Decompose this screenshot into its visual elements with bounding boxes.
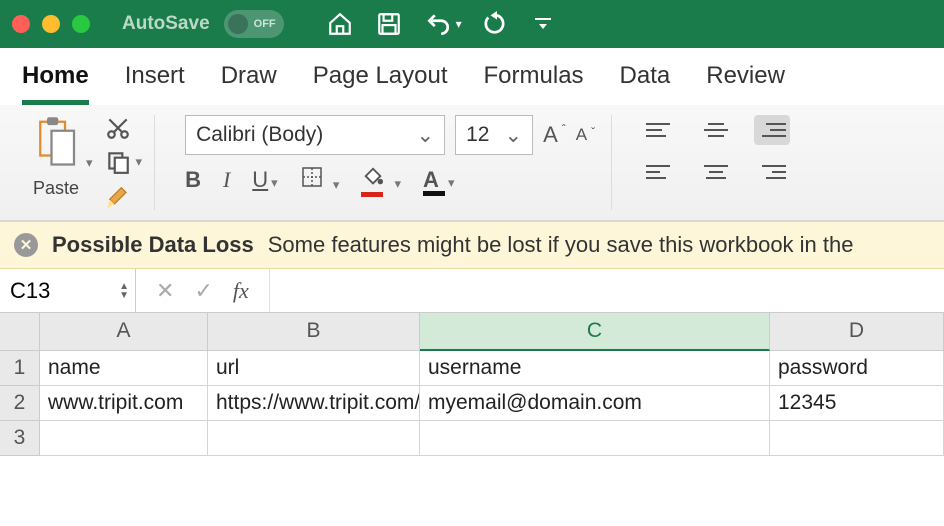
redo-icon[interactable] bbox=[484, 11, 510, 37]
spreadsheet-grid[interactable]: A B C D 1 name url username password 2 w… bbox=[0, 313, 944, 456]
font-size-value: 12 bbox=[466, 123, 489, 147]
border-button[interactable]: ▾ bbox=[300, 165, 340, 195]
paste-dropdown[interactable]: ▾ bbox=[86, 155, 93, 171]
cut-button[interactable] bbox=[105, 115, 143, 141]
save-icon[interactable] bbox=[376, 11, 402, 37]
cancel-formula-button[interactable]: ✕ bbox=[156, 278, 174, 304]
tab-home[interactable]: Home bbox=[22, 62, 89, 105]
autosave-label: AutoSave bbox=[122, 13, 210, 35]
ribbon-tabs: Home Insert Draw Page Layout Formulas Da… bbox=[0, 48, 944, 105]
cell[interactable]: www.tripit.com bbox=[40, 386, 208, 421]
cell[interactable]: username bbox=[420, 351, 770, 386]
cell[interactable] bbox=[40, 421, 208, 456]
cell[interactable]: 12345 bbox=[770, 386, 944, 421]
col-header-d[interactable]: D bbox=[770, 313, 944, 351]
row-header[interactable]: 1 bbox=[0, 351, 40, 386]
message-text: Some features might be lost if you save … bbox=[268, 232, 854, 258]
home-icon[interactable] bbox=[326, 11, 354, 37]
name-box-value: C13 bbox=[10, 278, 50, 304]
formula-bar-row: C13 ▲▼ ✕ ✓ fx bbox=[0, 269, 944, 313]
tab-formulas[interactable]: Formulas bbox=[484, 62, 584, 105]
shrink-font-button[interactable]: Aˇ bbox=[576, 125, 595, 145]
autosave-toggle[interactable]: OFF bbox=[224, 10, 284, 38]
window-controls bbox=[12, 15, 90, 33]
chevron-down-icon: ⌄ bbox=[416, 123, 434, 148]
fx-label[interactable]: fx bbox=[233, 278, 249, 304]
col-header-a[interactable]: A bbox=[40, 313, 208, 351]
message-bar: ✕ Possible Data Loss Some features might… bbox=[0, 221, 944, 269]
font-name-select[interactable]: Calibri (Body) ⌄ bbox=[185, 115, 445, 155]
accept-formula-button[interactable]: ✓ bbox=[194, 278, 212, 304]
tab-review[interactable]: Review bbox=[706, 62, 785, 105]
format-painter-button[interactable] bbox=[105, 183, 143, 211]
col-header-c[interactable]: C bbox=[420, 313, 770, 351]
font-group: Calibri (Body) ⌄ 12 ⌄ Aˆ Aˇ B I U▾ ▾ ▾ bbox=[169, 115, 612, 210]
paste-button[interactable]: Paste bbox=[32, 115, 80, 199]
minimize-window-button[interactable] bbox=[42, 15, 60, 33]
bold-button[interactable]: B bbox=[185, 167, 201, 193]
quick-access-toolbar: ▾ bbox=[326, 11, 554, 37]
underline-button[interactable]: U▾ bbox=[252, 167, 277, 193]
font-name-value: Calibri (Body) bbox=[196, 123, 323, 147]
toggle-knob bbox=[228, 14, 248, 34]
alignment-group bbox=[626, 115, 806, 210]
select-all-corner[interactable] bbox=[0, 313, 40, 351]
fill-color-button[interactable]: ▾ bbox=[361, 166, 401, 194]
title-bar: AutoSave OFF ▾ bbox=[0, 0, 944, 48]
chevron-down-icon: ⌄ bbox=[504, 123, 522, 148]
tab-data[interactable]: Data bbox=[620, 62, 671, 105]
message-title: Possible Data Loss bbox=[52, 232, 254, 258]
col-header-b[interactable]: B bbox=[208, 313, 420, 351]
paste-label: Paste bbox=[33, 178, 79, 199]
customize-qat-icon[interactable] bbox=[532, 14, 554, 34]
cell[interactable]: myemail@domain.com bbox=[420, 386, 770, 421]
align-center-button[interactable] bbox=[698, 157, 734, 187]
close-window-button[interactable] bbox=[12, 15, 30, 33]
cell[interactable] bbox=[770, 421, 944, 456]
cell[interactable]: password bbox=[770, 351, 944, 386]
cell[interactable] bbox=[208, 421, 420, 456]
row-header[interactable]: 2 bbox=[0, 386, 40, 421]
ribbon-content: Paste ▾ ▾ Calibri (Body) ⌄ bbox=[0, 105, 944, 221]
row-header[interactable]: 3 bbox=[0, 421, 40, 456]
clipboard-group: Paste ▾ ▾ bbox=[20, 115, 155, 210]
cell[interactable]: name bbox=[40, 351, 208, 386]
name-box-stepper[interactable]: ▲▼ bbox=[119, 282, 129, 300]
name-box[interactable]: C13 ▲▼ bbox=[0, 269, 136, 312]
maximize-window-button[interactable] bbox=[72, 15, 90, 33]
align-right-button[interactable] bbox=[754, 157, 790, 187]
tab-page-layout[interactable]: Page Layout bbox=[313, 62, 448, 105]
align-bottom-button[interactable] bbox=[754, 115, 790, 145]
clipboard-icon bbox=[32, 115, 80, 174]
autosave-state: OFF bbox=[254, 18, 276, 30]
formula-input[interactable] bbox=[269, 269, 944, 312]
undo-icon[interactable]: ▾ bbox=[424, 11, 462, 37]
tab-draw[interactable]: Draw bbox=[221, 62, 277, 105]
cell[interactable]: url bbox=[208, 351, 420, 386]
align-left-button[interactable] bbox=[642, 157, 678, 187]
copy-button[interactable]: ▾ bbox=[105, 149, 143, 175]
align-middle-button[interactable] bbox=[698, 115, 734, 145]
cell[interactable] bbox=[420, 421, 770, 456]
close-message-button[interactable]: ✕ bbox=[14, 233, 38, 257]
cell[interactable]: https://www.tripit.com/ bbox=[208, 386, 420, 421]
grow-font-button[interactable]: Aˆ bbox=[543, 122, 566, 148]
italic-button[interactable]: I bbox=[223, 167, 230, 193]
font-size-select[interactable]: 12 ⌄ bbox=[455, 115, 533, 155]
align-top-button[interactable] bbox=[642, 115, 678, 145]
font-color-button[interactable]: A ▾ bbox=[423, 167, 455, 193]
tab-insert[interactable]: Insert bbox=[125, 62, 185, 105]
